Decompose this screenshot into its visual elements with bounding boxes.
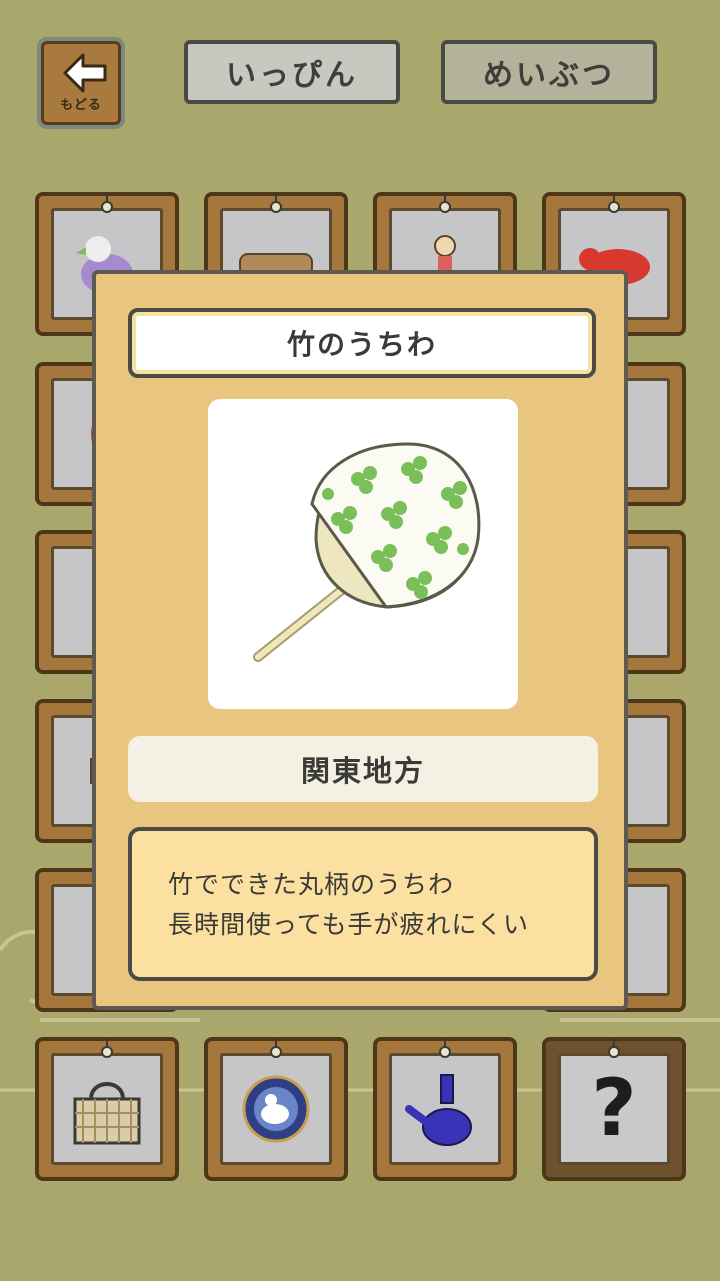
description-line-1: 竹でできた丸柄のうちわ	[168, 870, 455, 899]
item-title: 竹のうちわ	[128, 308, 596, 378]
item-detail-dialog: 竹のうちわ 関東地方 竹でできた丸柄のうちわ 長時間使っても手が疲れにくい	[92, 270, 628, 1010]
tab-ippin[interactable]: いっぴん	[184, 40, 400, 104]
item-image	[208, 399, 518, 709]
item-card-frame	[389, 1053, 501, 1165]
item-card[interactable]	[373, 1037, 517, 1181]
back-button[interactable]: もどる	[37, 37, 125, 129]
bamboo-round-fan-icon	[253, 442, 481, 662]
blue-teapot-icon	[392, 1056, 498, 1162]
item-card-frame	[220, 1053, 332, 1165]
item-card[interactable]	[204, 1037, 348, 1181]
item-region: 関東地方	[128, 736, 598, 802]
question-mark-icon: ?	[591, 1064, 637, 1154]
item-card[interactable]	[35, 1037, 179, 1181]
woven-basket-icon	[54, 1056, 160, 1162]
item-description: 竹でできた丸柄のうちわ 長時間使っても手が疲れにくい	[128, 827, 598, 981]
item-card-frame	[51, 1053, 163, 1165]
item-card[interactable]: ?	[542, 1037, 686, 1181]
tab-meibutsu[interactable]: めいぶつ	[441, 40, 657, 104]
description-line-2: 長時間使っても手が疲れにくい	[168, 910, 530, 939]
back-label: もどる	[60, 98, 102, 113]
back-arrow-icon	[63, 53, 107, 93]
rabbit-plate-icon	[223, 1056, 329, 1162]
item-card-frame: ?	[558, 1053, 670, 1165]
